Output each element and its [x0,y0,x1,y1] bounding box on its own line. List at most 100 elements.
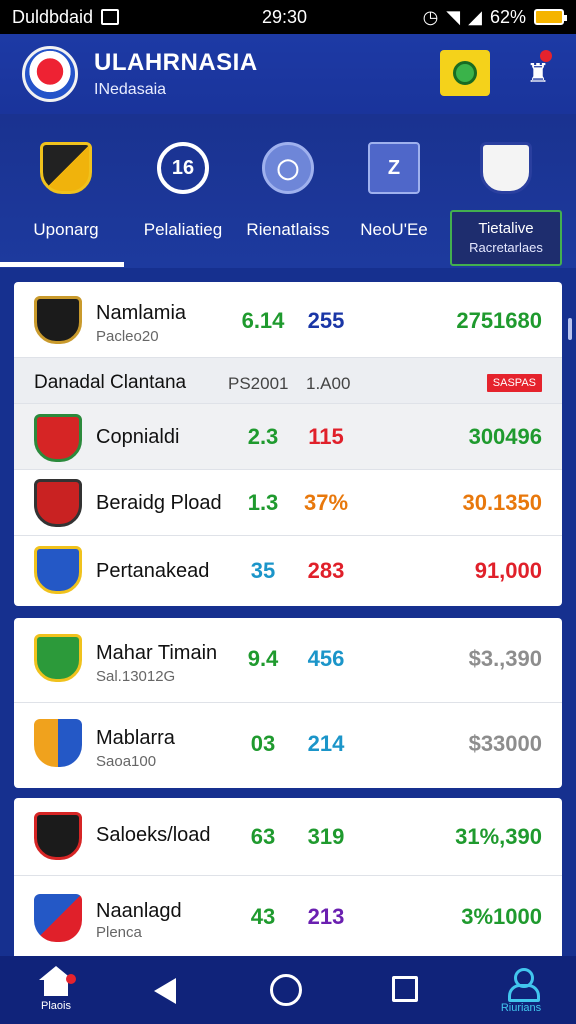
category-tab-uponarg[interactable]: Uponarg [10,142,122,264]
team-name: Namlamia [96,302,187,324]
header-col-1: PS2001 [228,374,289,393]
status-badge: SASPAS [486,374,542,392]
chat-button[interactable] [440,50,490,96]
table-row[interactable]: Mablarra Saoa100 03 214 $33000 [14,703,562,788]
title-block: ULAHRNASIA INedasaia [94,49,258,99]
battery-text: 62% [489,6,526,27]
category-label: Tietalive [478,220,534,237]
stat-value-1: 9.4 [247,646,279,671]
stat-value-3: 3%1000 [461,904,542,929]
status-bar: Duldbdaid 29:30 ◷ ◥ ◢ 62% [0,0,576,34]
image-icon [101,9,120,25]
team-crest-icon [34,634,82,682]
category-label: Pelaliatieg [143,220,223,239]
table-header-row: Danadal Clantana PS2001 1.A00 SASPAS [14,358,562,404]
header-name: Danadal Clantana [34,372,187,393]
stat-value-2: 456 [307,646,345,671]
recent-apps-button[interactable] [392,976,418,1002]
number-16-icon: 16 [157,142,209,194]
stat-value-3: 91,000 [474,558,542,583]
scrollbar[interactable] [568,318,572,340]
nav-profile-button[interactable]: Riurians [494,968,548,1014]
category-tab-pelaliatieg[interactable]: 16 Pelaliatieg [127,142,239,264]
bell-icon: ♜ [526,57,550,88]
notification-dot [66,974,76,984]
category-sublabel: Racretarlaes [469,240,543,255]
stat-value-2: 319 [307,824,345,849]
bottom-nav: Plaois Riurians [0,956,576,1024]
header-col-2: 1.A00 [306,374,351,393]
chat-circle-icon: ◯ [262,142,314,194]
nav-home-button[interactable]: Plaois [26,966,86,1012]
shield-icon [40,142,92,194]
app-header: ULAHRNASIA INedasaia ♜ [0,34,576,114]
wifi-icon: ◥ [446,6,461,27]
table-row[interactable]: Beraidg Pload 1.3 37% 30.1350 [14,470,562,536]
app-subtitle: INedasaia [94,81,167,98]
table-row[interactable]: Naanlagd Plenca 43 213 3%1000 [14,876,562,956]
team-crest-icon [34,479,82,527]
team-name: Copnialdi [96,426,180,448]
standings-card-3: Saloeks/load 63 319 31%,390 Naanlagd Ple… [14,798,562,956]
stat-value-2: 213 [307,904,345,929]
puzzle-icon: Z [368,142,420,194]
stat-value-1: 35 [250,558,276,583]
table-row[interactable]: Copnialdi 2.3 115 300496 [14,404,562,470]
stat-value-1: 03 [250,731,276,756]
notification-dot [540,50,552,62]
table-row[interactable]: Saloeks/load 63 319 31%,390 [14,798,562,876]
stat-value-3: 30.1350 [462,490,542,515]
team-name: Mahar Timain [96,642,218,664]
team-crest-icon [34,296,82,344]
standings-card-1: Namlamia Pacleo20 6.14 255 2751680 Danad… [14,282,562,606]
standings-card-2: Mahar Timain Sal.13012G 9.4 456 $3.,390 … [14,618,562,788]
team-sub: Saoa100 [96,753,157,770]
status-time: 29:30 [262,6,308,27]
stat-value-3: 31%,390 [455,824,542,849]
system-home-button[interactable] [270,974,302,1006]
team-crest-icon [34,719,82,767]
stat-value-1: 43 [250,904,276,929]
stat-value-1: 63 [250,824,276,849]
stat-value-3: 2751680 [456,308,542,333]
category-label: Rienatlaiss [246,220,330,239]
stat-value-2: 214 [307,731,345,756]
category-tab-rienatlaiss[interactable]: ◯ Rienatlaiss [232,142,344,264]
stat-value-1: 6.14 [241,308,285,333]
stat-value-3: $3.,390 [468,646,542,671]
stat-value-2: 255 [307,308,345,333]
stat-value-3: $33000 [468,731,542,756]
category-tab-tietalive[interactable]: Tietalive Racretarlaes [450,210,562,266]
team-crest-icon [34,812,82,860]
stat-value-3: 300496 [468,424,542,449]
nav-home-label: Plaois [41,1000,71,1012]
team-name: Pertanakead [96,560,210,582]
battery-icon [534,9,567,25]
status-left-text: Duldbdaid [12,6,94,27]
table-row[interactable]: Mahar Timain Sal.13012G 9.4 456 $3.,390 [14,618,562,703]
nav-profile-label: Riurians [500,1002,542,1014]
back-button[interactable] [150,976,180,1006]
team-sub: Pacleo20 [96,328,159,345]
stat-value-2: 115 [308,424,344,449]
team-name: Beraidg Pload [96,492,222,514]
team-sub: Sal.13012G [96,668,176,685]
stat-value-1: 2.3 [247,424,279,449]
list-item[interactable]: Namlamia Pacleo20 6.14 255 2751680 [14,282,562,358]
team-crest-icon [34,894,82,942]
alarm-icon: ◷ [422,6,439,27]
stat-value-2: 37% [303,490,349,515]
category-active-indicator [0,262,124,267]
team-sub: Plenca [96,924,142,941]
stat-value-2: 283 [307,558,345,583]
notification-button[interactable]: ♜ [520,50,556,96]
category-label: NeoU'Ee [360,220,428,239]
table-row[interactable]: Pertanakead 35 283 91,000 [14,536,562,606]
team-name: Mablarra [96,727,175,749]
team-crest-icon [34,546,82,594]
team-crest-icon [34,414,82,462]
team-name: Naanlagd [96,900,182,922]
profile-icon [506,968,540,1002]
chat-icon [453,61,477,85]
category-tab-neoue[interactable]: Z NeoU'Ee [338,142,450,264]
